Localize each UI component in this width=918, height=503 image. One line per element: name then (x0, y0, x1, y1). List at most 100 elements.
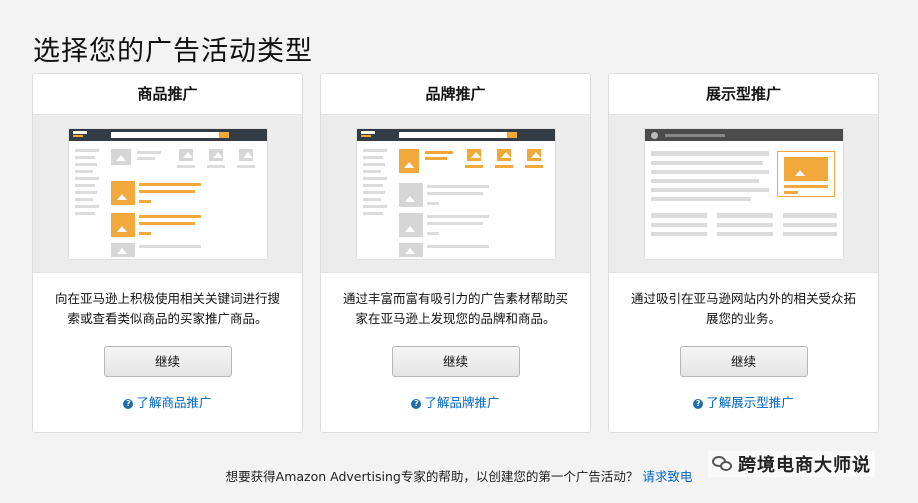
mock-brand-bar (465, 165, 483, 168)
mock-bar (783, 232, 837, 236)
learn-more-link-sponsored-products[interactable]: ? 了解商品推广 (33, 392, 302, 411)
card-description: 向在亚马逊上积极使用相关关键词进行搜 索或查看类似商品的买家推广商品。 (33, 289, 302, 329)
mock-bar (783, 223, 837, 227)
mock-bar (363, 177, 387, 180)
mock-sponsored-image (111, 213, 135, 237)
mock-brand-bar (425, 157, 447, 160)
continue-button-sponsored-products[interactable]: 继续 (103, 346, 232, 377)
description-line: 通过吸引在亚马逊网站内外的相关受众拓 (630, 291, 856, 306)
watermark: 跨境电商大师说 (708, 451, 875, 477)
mock-bar (651, 161, 763, 165)
mock-bar (363, 198, 381, 201)
mock-image (179, 149, 193, 161)
mock-bar (363, 184, 383, 187)
mock-brand-bar (525, 165, 543, 168)
learn-more-label: 了解商品推广 (136, 395, 212, 410)
continue-button-sponsored-brands[interactable]: 继续 (391, 346, 520, 377)
mock-sponsored-bar (139, 183, 201, 186)
request-call-link[interactable]: 请求致电 (642, 469, 692, 484)
card-sponsored-brands: 品牌推广 通过丰富而富有吸引力的广告素材帮助买 家在亚马逊上发现您的品牌和商品。… (320, 73, 591, 433)
mock-bar (363, 149, 387, 152)
mock-bar (363, 212, 383, 215)
mock-bar (363, 191, 385, 194)
mock-image (399, 243, 423, 257)
mock-bar (137, 157, 155, 160)
mock-bar (75, 177, 99, 180)
mock-brand-product (467, 149, 481, 161)
mock-bar (427, 192, 483, 195)
card-sponsored-products: 商品推广 向在亚马逊上积极使用相关关键词进行搜 索或查看类似商品的买家推广商品。… (32, 73, 303, 433)
mock-logo (361, 131, 375, 134)
mock-bar (651, 223, 707, 227)
mock-brand-logo (399, 149, 419, 173)
description-line: 向在亚马逊上积极使用相关关键词进行搜 (54, 291, 280, 306)
question-circle-icon: ? (123, 399, 134, 409)
mock-ad-bar (784, 185, 828, 188)
campaign-type-cards: 商品推广 向在亚马逊上积极使用相关关键词进行搜 索或查看类似商品的买家推广商品。… (32, 73, 880, 433)
description-line: 家在亚马逊上发现您的品牌和商品。 (355, 311, 556, 326)
mock-sponsored-bar (139, 222, 195, 225)
mock-bar (177, 165, 195, 168)
mock-bar (363, 205, 387, 208)
preview-illustration (321, 114, 590, 273)
mock-bar (427, 245, 489, 248)
mock-sponsored-image (111, 181, 135, 205)
mock-image (239, 149, 253, 161)
mock-bar (717, 232, 773, 236)
mock-display-ad (777, 151, 835, 197)
mock-bar (75, 170, 93, 173)
mock-search (111, 132, 219, 138)
mock-bar (783, 213, 837, 218)
learn-more-link-sponsored-display[interactable]: ? 了解展示型推广 (609, 392, 878, 411)
mock-bar (363, 163, 385, 166)
mock-bar (651, 197, 751, 201)
card-title: 商品推广 (137, 85, 198, 103)
mock-page (357, 129, 555, 259)
mock-image (399, 213, 423, 237)
page-title: 选择您的广告活动类型 (33, 36, 313, 67)
mock-brand-product (497, 149, 511, 161)
card-description: 通过丰富而富有吸引力的广告素材帮助买 家在亚马逊上发现您的品牌和商品。 (321, 289, 590, 329)
mock-logo-smile (361, 135, 371, 137)
mock-bar (651, 179, 759, 183)
mock-search-button (507, 132, 517, 138)
mock-brand-product (527, 149, 541, 161)
mock-brand-bar (425, 151, 453, 154)
mock-bar (651, 188, 769, 192)
mock-page (69, 129, 267, 259)
mock-bar (717, 213, 773, 218)
wechat-icon (712, 455, 734, 473)
mock-bar (363, 156, 383, 159)
mock-bar (75, 149, 99, 152)
mock-bar (427, 222, 483, 225)
mock-bar (237, 165, 255, 168)
mock-topbar-text (665, 134, 725, 137)
learn-more-link-sponsored-brands[interactable]: ? 了解品牌推广 (321, 392, 590, 411)
learn-more-label: 了解品牌推广 (424, 395, 500, 410)
mock-logo-smile (73, 135, 83, 137)
learn-more-label: 了解展示型推广 (706, 395, 794, 410)
mock-brand-bar (495, 165, 513, 168)
mock-bar (427, 232, 439, 235)
description-line: 通过丰富而富有吸引力的广告素材帮助买 (342, 291, 568, 306)
mock-bar (651, 170, 769, 174)
mock-page (645, 129, 843, 259)
mock-avatar (651, 132, 658, 139)
mock-bar (717, 223, 773, 227)
watermark-text: 跨境电商大师说 (738, 455, 871, 476)
mock-search (399, 132, 507, 138)
continue-button-sponsored-display[interactable]: 继续 (679, 346, 808, 377)
question-circle-icon: ? (693, 399, 704, 409)
mock-bar (75, 205, 99, 208)
mock-bar (651, 232, 707, 236)
mock-bar (427, 202, 439, 205)
mock-bar (427, 215, 489, 218)
mock-sponsored-bar (139, 200, 151, 203)
mock-image (111, 243, 135, 257)
preview-illustration (33, 114, 302, 273)
description-line: 索或查看类似商品的买家推广商品。 (67, 311, 268, 326)
mock-bar (75, 156, 95, 159)
mock-ad-bar (784, 191, 798, 194)
mock-bar (427, 185, 489, 188)
description-line: 展您的业务。 (705, 311, 781, 326)
